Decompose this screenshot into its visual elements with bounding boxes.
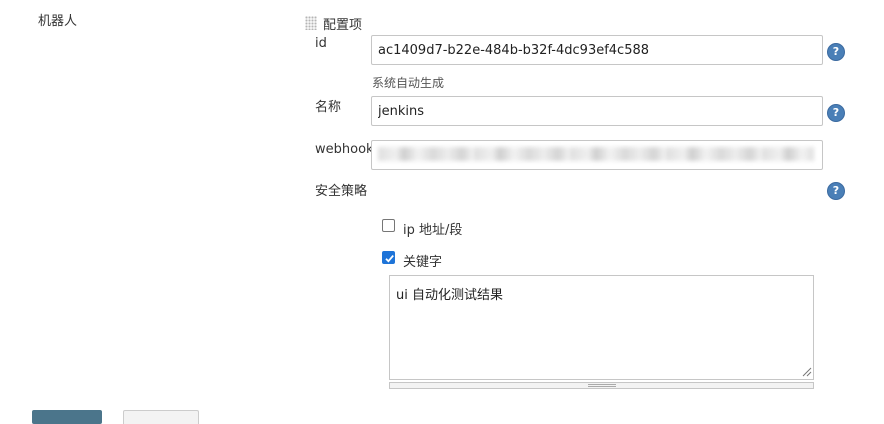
checkmark-icon [385, 255, 394, 263]
id-field[interactable] [371, 35, 823, 65]
id-label: id [315, 36, 327, 51]
keyword-option-label: 关键字 [403, 255, 443, 270]
resize-grip-icon[interactable] [802, 367, 812, 377]
save-button[interactable] [32, 410, 102, 424]
help-icon[interactable]: ? [827, 104, 845, 122]
webhook-label: webhook [315, 142, 374, 157]
ip-address-checkbox[interactable] [382, 219, 395, 232]
section-label: 机器人 [38, 14, 78, 29]
id-hint: 系统自动生成 [372, 76, 445, 90]
drag-handle-icon[interactable] [305, 16, 317, 30]
help-icon[interactable]: ? [827, 43, 845, 61]
security-label: 安全策略 [315, 184, 368, 199]
webhook-redacted-value [378, 147, 814, 161]
name-label: 名称 [315, 100, 342, 115]
name-field[interactable] [371, 96, 823, 126]
keyword-checkbox[interactable] [382, 251, 395, 264]
keyword-textarea[interactable]: ui 自动化测试结果 [389, 275, 814, 380]
expand-handle-icon [588, 384, 616, 387]
config-title: 配置项 [323, 18, 363, 33]
apply-button[interactable] [123, 410, 199, 424]
ip-address-option-label: ip 地址/段 [403, 223, 463, 238]
help-icon[interactable]: ? [827, 182, 845, 200]
